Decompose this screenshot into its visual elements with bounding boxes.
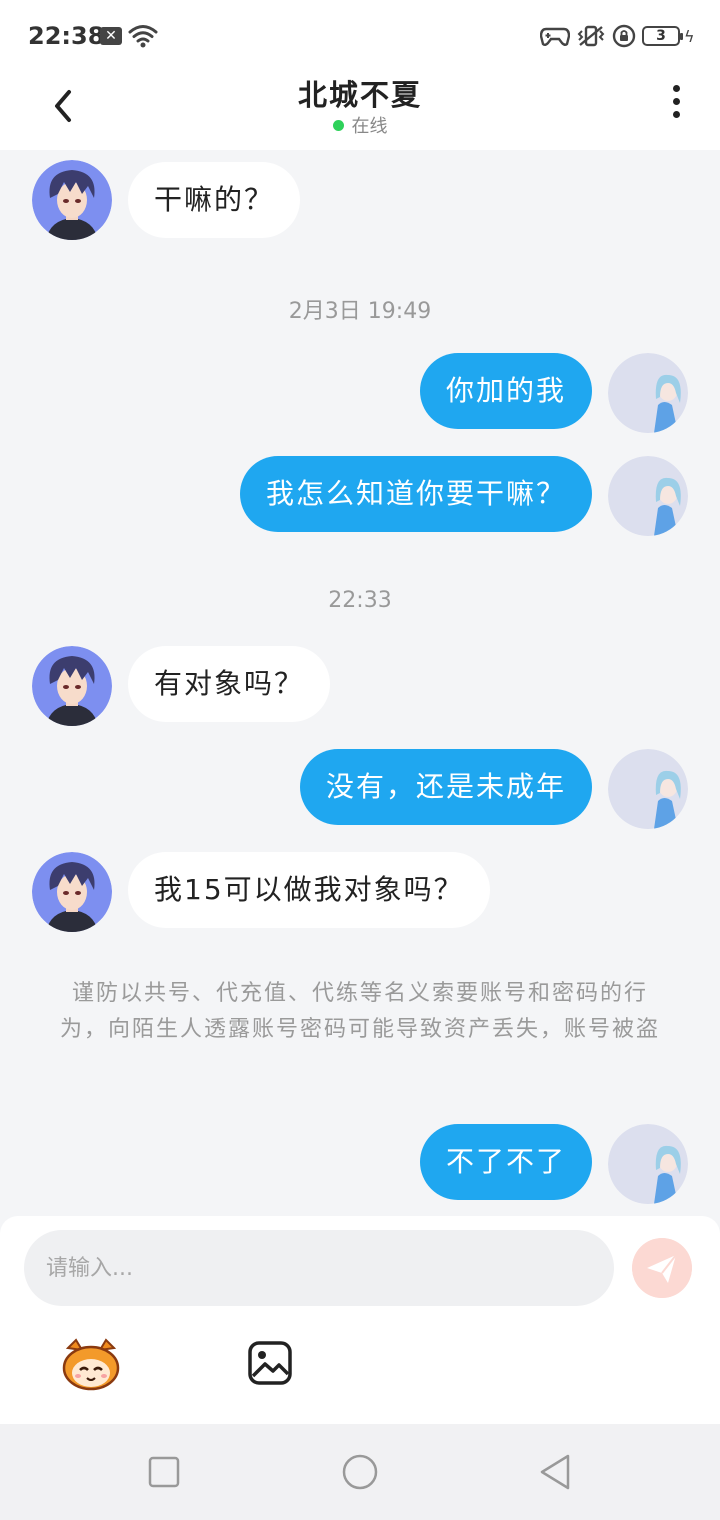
more-options-button[interactable]	[664, 82, 688, 122]
x-notification-icon: ✕	[100, 27, 122, 45]
timestamp: 2月3日 19:49	[288, 299, 432, 324]
contact-avatar[interactable]	[32, 160, 112, 240]
emoji-mascot-icon[interactable]	[60, 1336, 122, 1392]
user-avatar[interactable]	[608, 749, 688, 829]
battery-icon: 3	[642, 26, 683, 46]
security-notice: 谨防以共号、代充值、代练等名义索要账号和密码的行为，向陌生人透露账号密码可能导致…	[59, 981, 660, 1042]
wifi-icon	[128, 25, 158, 48]
timestamp: 22:33	[328, 588, 392, 613]
vibrate-icon	[577, 25, 605, 47]
charging-icon: ϟ	[684, 27, 695, 46]
back-nav-button[interactable]	[536, 1452, 576, 1492]
online-status: 在线	[0, 112, 720, 138]
user-avatar[interactable]	[608, 353, 688, 433]
composer-panel	[0, 1216, 720, 1424]
message-bubble-incoming[interactable]: 干嘛的？	[128, 162, 301, 238]
status-time: 22:38	[28, 22, 105, 50]
online-status-label: 在线	[351, 116, 388, 137]
system-nav-bar	[0, 1424, 720, 1520]
contact-name: 北城不夏	[297, 78, 422, 112]
user-avatar[interactable]	[608, 1124, 688, 1204]
chat-header: 北城不夏 在线	[0, 72, 720, 150]
status-bar: 22:38 ✕ 3 ϟ	[0, 0, 720, 72]
gamepad-icon	[540, 27, 570, 46]
home-button[interactable]	[340, 1452, 380, 1492]
send-button[interactable]	[632, 1238, 692, 1298]
dot-icon	[672, 98, 680, 105]
contact-avatar[interactable]	[32, 646, 112, 726]
message-bubble-outgoing[interactable]: 我怎么知道你要干嘛？	[239, 456, 592, 532]
rotation-lock-icon	[612, 24, 636, 48]
user-avatar[interactable]	[608, 456, 688, 536]
dot-icon	[672, 111, 680, 118]
contact-avatar[interactable]	[32, 852, 112, 932]
recent-apps-button[interactable]	[144, 1452, 184, 1492]
message-bubble-outgoing[interactable]: 你加的我	[419, 353, 592, 429]
message-bubble-outgoing[interactable]: 不了不了	[419, 1124, 592, 1200]
online-dot-icon	[332, 120, 344, 131]
message-bubble-incoming[interactable]: 有对象吗？	[128, 646, 331, 722]
message-input[interactable]	[24, 1230, 614, 1306]
message-bubble-outgoing[interactable]: 没有，还是未成年	[299, 749, 592, 825]
dot-icon	[672, 85, 680, 92]
image-picker-icon[interactable]	[247, 1340, 293, 1386]
chat-messages[interactable]: 干嘛的？ 2月3日 19:49 你加的我 我怎么知道你要干嘛？ 22:33 有对…	[0, 150, 720, 1216]
message-bubble-incoming[interactable]: 我15可以做我对象吗？	[128, 852, 490, 928]
